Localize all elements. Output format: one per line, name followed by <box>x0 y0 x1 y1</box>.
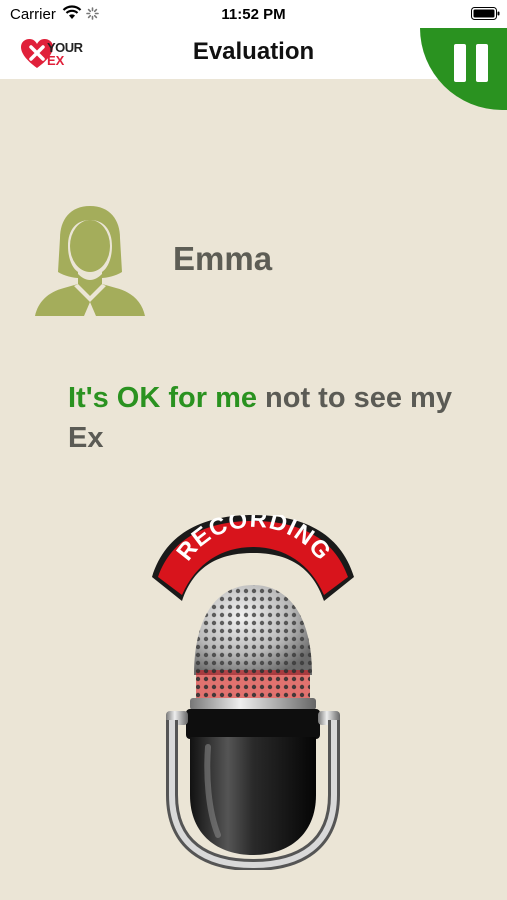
recording-microphone[interactable]: RECORDING <box>146 515 360 870</box>
battery-icon <box>471 7 500 20</box>
affirmation-highlight: It's OK for me <box>68 382 257 414</box>
affirmation-phrase: It's OK for me not to see my Ex <box>68 378 468 458</box>
female-avatar-icon <box>35 206 145 316</box>
user-name: Emma <box>173 240 273 277</box>
pause-icon <box>454 44 466 82</box>
status-bar: Carrier 11:52 PM <box>0 0 507 28</box>
status-time: 11:52 PM <box>221 6 286 23</box>
pause-icon-bar <box>476 44 488 82</box>
pause-button[interactable] <box>420 28 507 110</box>
